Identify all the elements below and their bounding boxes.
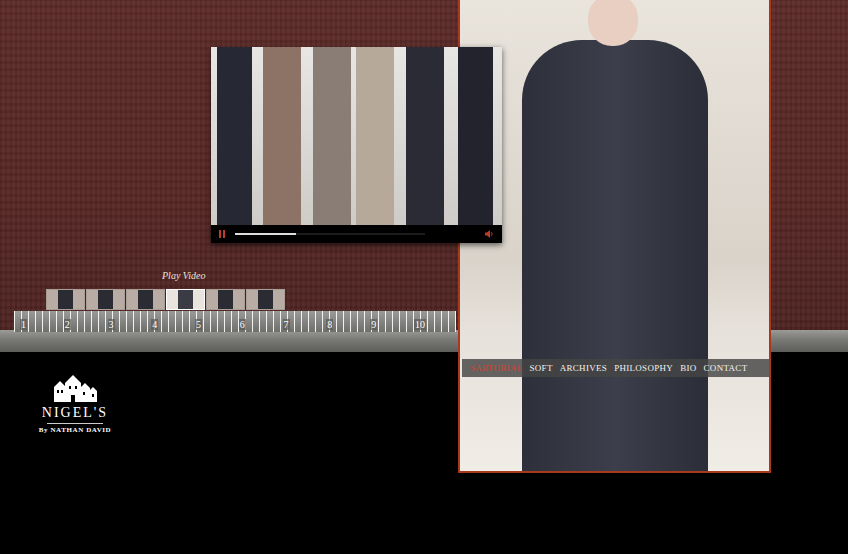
ruler-number: 1 — [20, 319, 27, 330]
ruler: 1 2 3 4 5 6 7 8 9 10 — [14, 311, 456, 332]
house-icon — [52, 373, 98, 403]
ruler-number: 2 — [64, 319, 71, 330]
thumbnail-strip — [46, 289, 285, 310]
video-thumbnail[interactable] — [126, 289, 165, 310]
pause-bar — [223, 230, 225, 238]
video-controls — [211, 225, 502, 243]
nav-bar: SARTORIAL SOFT ARCHIVES PHILOSOPHY BIO CONTAC… — [462, 359, 769, 377]
ruler-number: 9 — [370, 319, 377, 330]
pause-icon[interactable] — [219, 230, 227, 238]
logo-divider — [47, 423, 103, 424]
logo-subtitle: By NATHAN DAVID — [39, 426, 112, 434]
ruler-number: 10 — [414, 319, 426, 330]
nav-item[interactable]: SARTORIAL — [470, 363, 523, 373]
video-thumbnail[interactable] — [206, 289, 245, 310]
model-head — [588, 0, 638, 46]
video-player — [211, 47, 502, 243]
nav-item[interactable]: ARCHIVES — [560, 363, 607, 373]
ruler-number: 6 — [239, 319, 246, 330]
model-photo: SARTORIAL SOFT ARCHIVES PHILOSOPHY BIO CONTAC… — [458, 0, 771, 473]
video-frame[interactable] — [211, 47, 502, 225]
ruler-number: 5 — [195, 319, 202, 330]
video-thumbnail[interactable] — [166, 289, 205, 310]
model-figure — [522, 40, 708, 473]
pause-bar — [219, 230, 221, 238]
play-video-label[interactable]: Play Video — [162, 270, 205, 281]
video-thumbnail[interactable] — [46, 289, 85, 310]
progress-fill — [235, 233, 296, 235]
ruler-number: 7 — [283, 319, 290, 330]
ruler-number: 4 — [151, 319, 158, 330]
nav-item[interactable]: CONTACT — [704, 363, 748, 373]
ruler-number: 3 — [108, 319, 115, 330]
logo[interactable]: NIGEL'S By NATHAN DAVID — [28, 373, 122, 434]
video-thumbnail[interactable] — [246, 289, 285, 310]
speaker-icon[interactable] — [484, 229, 494, 239]
nav-item[interactable]: SOFT — [530, 363, 553, 373]
logo-title: NIGEL'S — [42, 405, 108, 421]
video-thumbnail[interactable] — [86, 289, 125, 310]
nav-item[interactable]: BIO — [680, 363, 696, 373]
progress-track[interactable] — [235, 233, 425, 235]
ruler-number: 8 — [326, 319, 333, 330]
nav-item[interactable]: PHILOSOPHY — [614, 363, 673, 373]
